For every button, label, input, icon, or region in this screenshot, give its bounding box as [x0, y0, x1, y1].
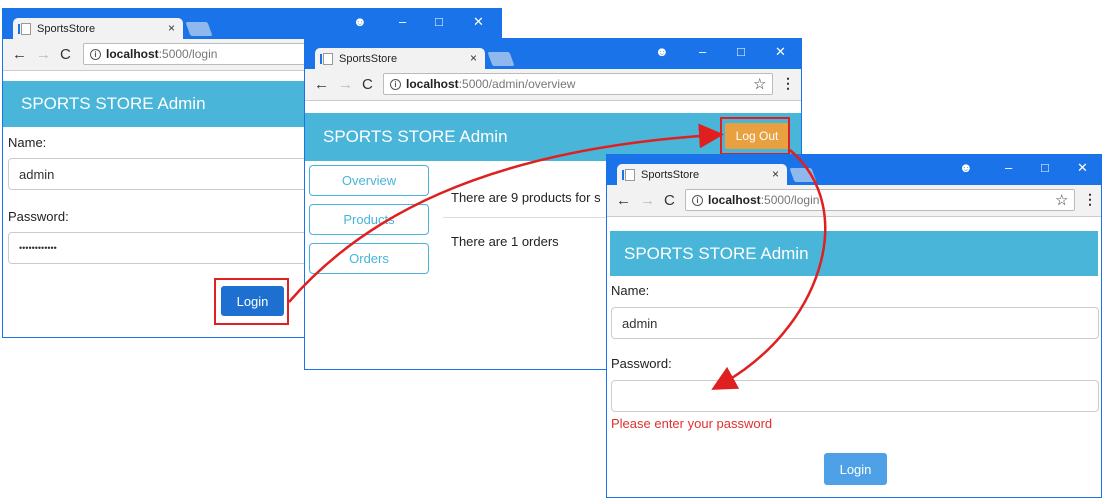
- banner-title: SPORTS STORE Admin: [21, 94, 206, 113]
- password-field[interactable]: [611, 380, 1099, 412]
- browser-window-login-error: SportsStore × ☻ – □ ✕ ← → C i localhost …: [606, 154, 1102, 498]
- password-label: Password:: [8, 209, 69, 224]
- nav-overview-button[interactable]: Overview: [309, 165, 429, 196]
- window-close-button[interactable]: ✕: [1077, 160, 1088, 176]
- login-button-label: Login: [839, 461, 872, 477]
- bookmark-star-icon[interactable]: ☆: [1055, 191, 1068, 209]
- url-host: localhost: [406, 77, 459, 91]
- profile-icon[interactable]: ☻: [959, 160, 973, 175]
- orders-count-text: There are 1 orders: [451, 234, 559, 249]
- menu-icon[interactable]: ⋮: [1083, 191, 1097, 208]
- name-value: admin: [622, 315, 658, 331]
- tab-title: SportsStore: [641, 169, 700, 181]
- browser-toolbar: ← → C i localhost :5000/admin/overview ☆…: [305, 69, 801, 101]
- browser-tab[interactable]: SportsStore ×: [315, 48, 485, 70]
- window-close-button[interactable]: ✕: [473, 14, 484, 30]
- minimize-button[interactable]: –: [1005, 160, 1012, 175]
- logout-button-highlight: [720, 117, 790, 155]
- new-tab-button[interactable]: [487, 52, 515, 66]
- password-value: ••••••••••••: [19, 243, 57, 253]
- back-arrow-icon[interactable]: ←: [314, 76, 329, 93]
- page-icon: [18, 23, 31, 35]
- nav-products-button[interactable]: Products: [309, 204, 429, 235]
- nav-overview-label: Overview: [341, 173, 397, 188]
- profile-icon[interactable]: ☻: [353, 14, 367, 29]
- login-button[interactable]: Login: [824, 453, 887, 485]
- new-tab-button[interactable]: [789, 168, 817, 182]
- address-bar[interactable]: i localhost :5000/admin/overview: [383, 73, 773, 95]
- url-host: localhost: [708, 193, 761, 207]
- new-tab-button[interactable]: [185, 22, 213, 36]
- password-label: Password:: [611, 356, 672, 371]
- name-label: Name:: [8, 135, 47, 150]
- tab-close-icon[interactable]: ×: [772, 167, 779, 181]
- products-count-text: There are 9 products for s: [451, 190, 601, 205]
- tab-title: SportsStore: [37, 23, 96, 35]
- url-path: :5000/admin/overview: [458, 77, 576, 91]
- profile-icon[interactable]: ☻: [655, 44, 669, 59]
- url-host: localhost: [106, 47, 159, 61]
- banner-title: SPORTS STORE Admin: [624, 243, 809, 263]
- menu-icon[interactable]: ⋮: [781, 75, 795, 92]
- page-banner: SPORTS STORE Admin: [610, 231, 1098, 276]
- url-path: :5000/login: [760, 193, 820, 207]
- browser-toolbar: ← → C i localhost :5000/login ☆ ⋮: [607, 185, 1101, 217]
- info-icon[interactable]: i: [90, 48, 101, 60]
- browser-tab[interactable]: SportsStore ×: [617, 164, 787, 186]
- forward-arrow-icon[interactable]: →: [338, 76, 353, 93]
- maximize-button[interactable]: □: [1041, 160, 1049, 175]
- nav-orders-label: Orders: [349, 251, 389, 266]
- back-arrow-icon[interactable]: ←: [616, 192, 631, 209]
- page-icon: [320, 53, 333, 65]
- banner-title: SPORTS STORE Admin: [323, 127, 508, 146]
- minimize-button[interactable]: –: [399, 14, 406, 29]
- nav-orders-button[interactable]: Orders: [309, 243, 429, 274]
- minimize-button[interactable]: –: [699, 44, 706, 59]
- name-label: Name:: [611, 283, 650, 298]
- reload-icon[interactable]: C: [664, 192, 675, 209]
- back-arrow-icon[interactable]: ←: [12, 46, 27, 63]
- info-icon[interactable]: i: [692, 194, 703, 206]
- reload-icon[interactable]: C: [362, 76, 373, 93]
- maximize-button[interactable]: □: [737, 44, 745, 59]
- name-field[interactable]: admin: [611, 307, 1099, 339]
- nav-products-label: Products: [343, 212, 395, 227]
- validation-error: Please enter your password: [611, 416, 773, 431]
- page-icon: [622, 169, 635, 181]
- tab-close-icon[interactable]: ×: [470, 51, 477, 65]
- window-close-button[interactable]: ✕: [775, 44, 786, 60]
- login-button-highlight: [214, 278, 289, 325]
- tab-close-icon[interactable]: ×: [168, 21, 175, 35]
- url-path: :5000/login: [158, 47, 218, 61]
- reload-icon[interactable]: C: [60, 46, 71, 63]
- address-bar[interactable]: i localhost :5000/login: [685, 189, 1075, 211]
- forward-arrow-icon[interactable]: →: [36, 46, 51, 63]
- browser-tab[interactable]: SportsStore ×: [13, 18, 183, 40]
- forward-arrow-icon[interactable]: →: [640, 192, 655, 209]
- bookmark-star-icon[interactable]: ☆: [753, 75, 766, 93]
- info-icon[interactable]: i: [390, 78, 401, 90]
- name-value: admin: [19, 166, 55, 182]
- tab-title: SportsStore: [339, 53, 398, 65]
- maximize-button[interactable]: □: [435, 14, 443, 29]
